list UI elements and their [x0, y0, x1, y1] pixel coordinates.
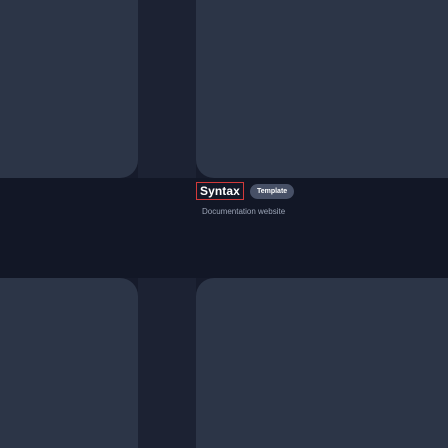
background-panel-bottom-right: [196, 278, 448, 448]
brand-row: Syntax Template: [196, 182, 346, 200]
card-subtitle: Documentation website: [202, 207, 286, 216]
template-card[interactable]: Syntax Template Documentation website: [196, 182, 346, 218]
template-badge: Template: [249, 183, 295, 199]
background-panel-bottom-left: [0, 278, 138, 448]
brand-name[interactable]: Syntax: [196, 182, 244, 200]
background-panel-top-left: [0, 0, 138, 178]
background-panel-top-right: [196, 0, 448, 178]
canvas: Syntax Template Documentation website: [0, 0, 448, 448]
